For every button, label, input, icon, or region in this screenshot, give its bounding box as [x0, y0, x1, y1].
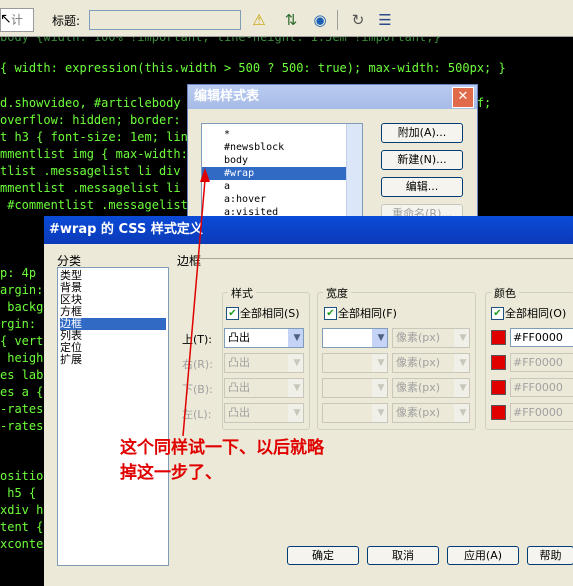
annotation-text: 这个同样试一下、以后就略 掉这一步了、: [120, 436, 324, 486]
annotation-line: 这个同样试一下、以后就略: [120, 438, 324, 458]
annotation-arrow: [182, 168, 210, 437]
annotation-line: 掉这一步了、: [120, 463, 222, 483]
